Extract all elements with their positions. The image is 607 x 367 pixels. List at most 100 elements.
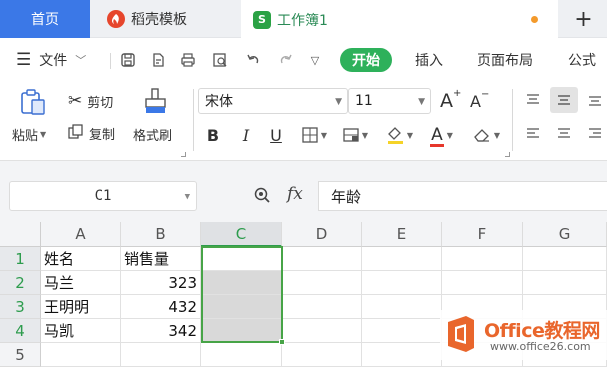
cell-a5[interactable] [41, 343, 121, 367]
select-all-corner[interactable] [0, 222, 41, 247]
fill-handle[interactable] [279, 339, 285, 345]
grow-font-button[interactable]: A + [440, 88, 461, 113]
paste-icon[interactable] [18, 87, 50, 117]
row-header-1[interactable]: 1 [0, 247, 41, 271]
align-top-button[interactable] [519, 87, 547, 113]
file-menu-label: 文件 [39, 53, 68, 69]
cut-button[interactable]: ✂ 剪切 [68, 91, 113, 111]
font-size-select[interactable]: 11 ▼ [348, 88, 431, 114]
align-middle-button[interactable] [550, 87, 578, 113]
align-left-button[interactable] [519, 121, 547, 147]
cell-a4[interactable]: 马凯 [41, 319, 121, 343]
cell-e1[interactable] [362, 247, 442, 271]
cell-e5[interactable] [362, 343, 442, 367]
shrink-font-icon: A [470, 92, 481, 111]
font-name-select[interactable]: 宋体 ▼ [198, 88, 348, 114]
column-header-label: F [477, 225, 487, 243]
quick-access-more-icon[interactable]: ▽ [305, 50, 325, 70]
column-header-label: G [558, 225, 571, 243]
format-painter-icon[interactable] [141, 87, 171, 117]
row-header-5[interactable]: 5 [0, 343, 41, 367]
paste-button[interactable]: 粘贴 ▼ [12, 125, 46, 144]
cell-c4[interactable] [201, 319, 282, 343]
column-header-c[interactable]: C [201, 222, 282, 247]
new-tab-button[interactable]: + [560, 0, 607, 38]
font-color-button[interactable]: A ▼ [424, 124, 460, 147]
export-pdf-icon[interactable] [148, 50, 168, 70]
cell-f1[interactable] [442, 247, 523, 271]
redo-icon[interactable] [276, 50, 296, 70]
cell-e4[interactable] [362, 319, 442, 343]
align-center-button[interactable] [550, 121, 578, 147]
cell-f2[interactable] [442, 271, 523, 295]
group-launcher-icon[interactable] [181, 152, 186, 157]
cell-g1[interactable] [523, 247, 607, 271]
clear-format-button[interactable]: ▼ [468, 124, 504, 146]
cell-b5[interactable] [121, 343, 201, 367]
column-header-f[interactable]: F [442, 222, 523, 247]
cell-b3[interactable]: 432 [121, 295, 201, 319]
menu-tab-insert[interactable]: 插入 [415, 48, 443, 72]
format-painter-label: 格式刷 [133, 129, 173, 144]
zoom-search-icon[interactable] [253, 186, 271, 208]
cell-style-button[interactable]: ▼ [338, 124, 372, 146]
row-header-2[interactable]: 2 [0, 271, 41, 295]
menu-tab-formula[interactable]: 公式 [568, 48, 596, 72]
format-painter-button[interactable]: 格式刷 [133, 125, 172, 144]
cell-b2[interactable]: 323 [121, 271, 201, 295]
underline-button[interactable]: U [264, 124, 288, 146]
caret-down-icon: ▼ [40, 130, 47, 139]
cell-g2[interactable] [523, 271, 607, 295]
formula-input-value: 年龄 [331, 187, 362, 206]
cell-a2[interactable]: 马兰 [41, 271, 121, 295]
cell-c5[interactable] [201, 343, 282, 367]
tab-home[interactable]: 首页 [0, 0, 90, 38]
cell-c3[interactable] [201, 295, 282, 319]
cell-c2[interactable] [201, 271, 282, 295]
column-header-b[interactable]: B [121, 222, 201, 247]
column-header-a[interactable]: A [41, 222, 121, 247]
print-icon[interactable] [178, 50, 198, 70]
borders-button[interactable]: ▼ [297, 124, 331, 146]
cell-b1[interactable]: 销售量 [121, 247, 201, 271]
cell-a3[interactable]: 王明明 [41, 295, 121, 319]
fill-color-button[interactable]: ▼ [381, 124, 417, 146]
shrink-font-button[interactable]: A − [470, 89, 489, 111]
cell-e3[interactable] [362, 295, 442, 319]
menu-tab-start[interactable]: 开始 [340, 48, 392, 72]
column-header-e[interactable]: E [362, 222, 442, 247]
cell-d2[interactable] [282, 271, 362, 295]
print-preview-icon[interactable] [210, 50, 230, 70]
group-launcher-icon[interactable] [505, 152, 510, 157]
italic-button[interactable]: I [234, 124, 258, 146]
bold-button[interactable]: B [201, 124, 225, 146]
formula-input[interactable]: 年龄 [318, 181, 607, 211]
cell-d4[interactable] [282, 319, 362, 343]
menu-tab-page-layout[interactable]: 页面布局 [477, 48, 533, 72]
save-icon[interactable] [118, 50, 138, 70]
row-header-3[interactable]: 3 [0, 295, 41, 319]
cell-d1[interactable] [282, 247, 362, 271]
insert-function-button[interactable]: fx [287, 184, 303, 204]
cell-b4[interactable]: 342 [121, 319, 201, 343]
name-box[interactable]: C1 ▼ [9, 181, 197, 211]
align-bottom-button[interactable] [581, 87, 607, 113]
cell-a1[interactable]: 姓名 [41, 247, 121, 271]
tab-home-label: 首页 [31, 12, 59, 28]
grow-font-icon: A [440, 90, 453, 112]
menu-tab-start-label: 开始 [352, 53, 380, 69]
tab-workbook[interactable]: S 工作簿1 [241, 0, 558, 39]
file-menu[interactable]: ☰ 文件 ﹀ [16, 48, 86, 72]
cell-d5[interactable] [282, 343, 362, 367]
cell-c1[interactable] [201, 247, 282, 271]
cell-e2[interactable] [362, 271, 442, 295]
cell-d3[interactable] [282, 295, 362, 319]
column-header-g[interactable]: G [523, 222, 607, 247]
tab-template[interactable]: 稻壳模板 [93, 0, 233, 38]
row-header-4[interactable]: 4 [0, 319, 41, 343]
font-size-value: 11 [355, 93, 373, 109]
undo-icon[interactable] [243, 50, 263, 70]
copy-button[interactable]: 复制 [68, 124, 115, 143]
column-header-d[interactable]: D [282, 222, 362, 247]
align-right-button[interactable] [581, 121, 607, 147]
